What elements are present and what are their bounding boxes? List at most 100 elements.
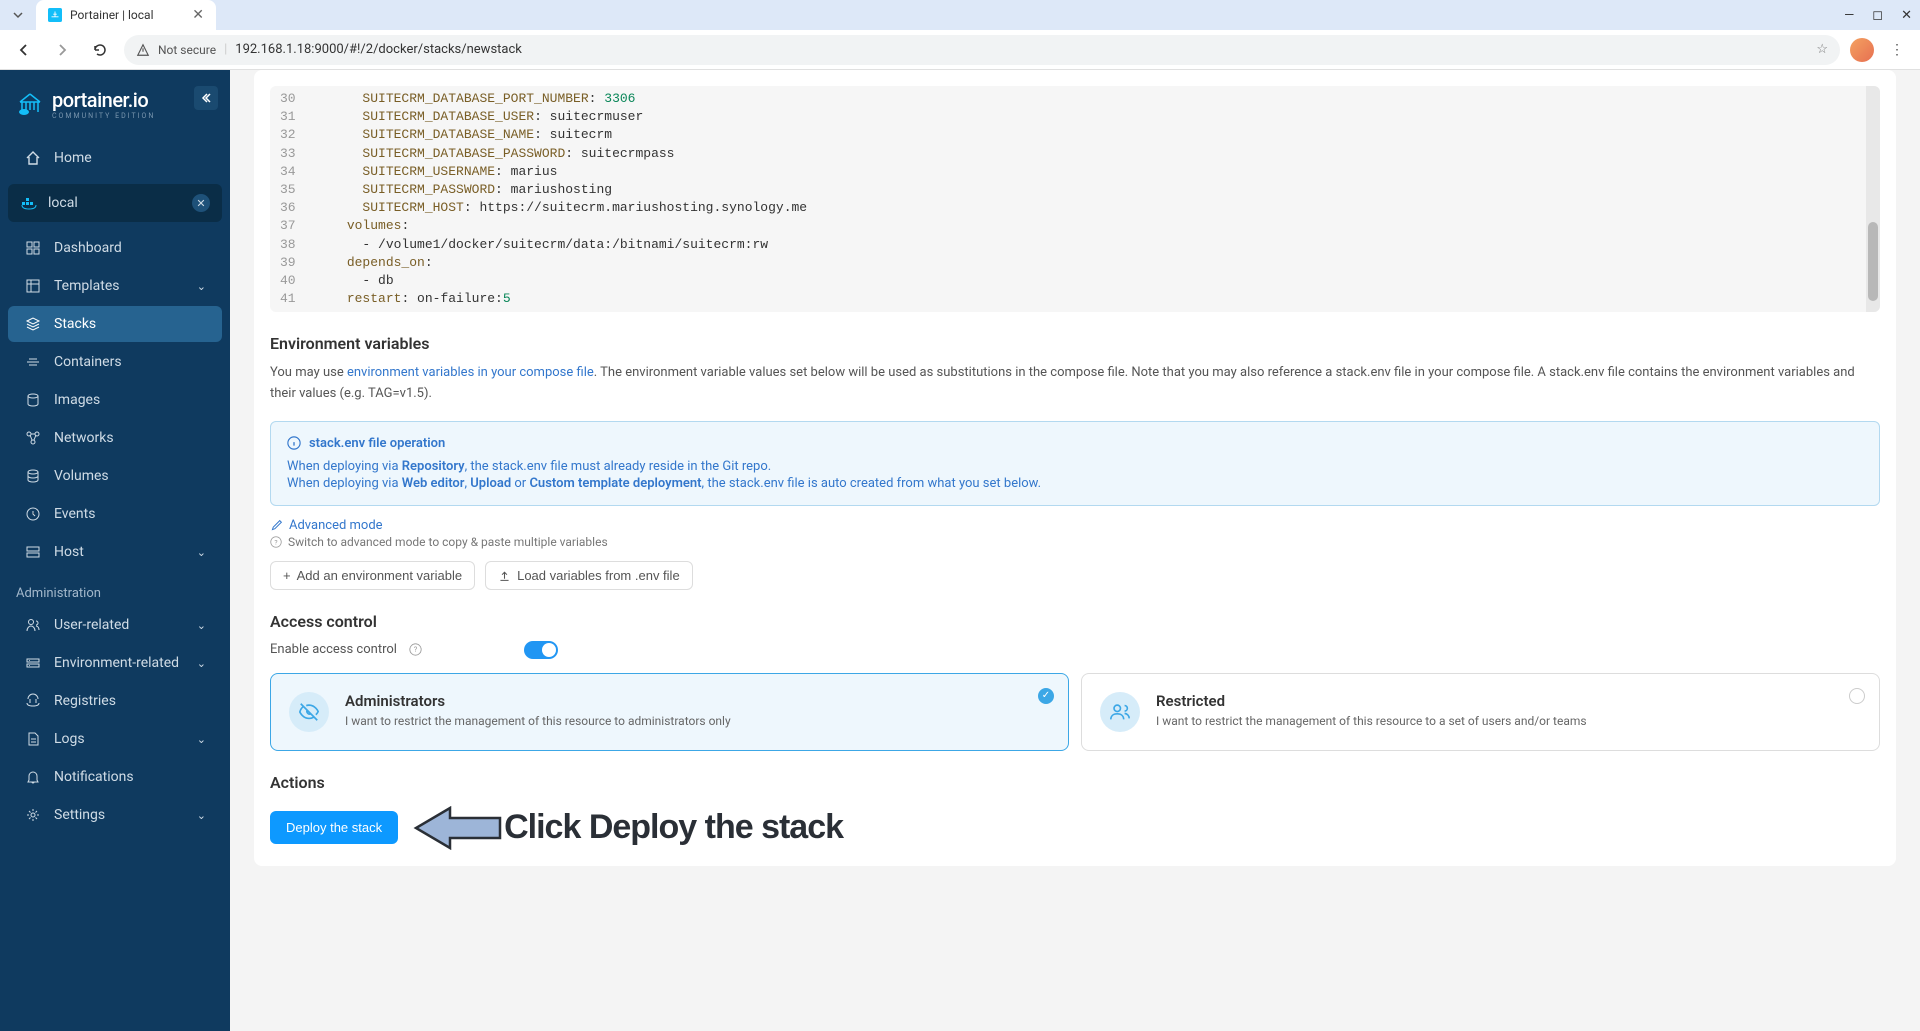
env-vars-doc-link[interactable]: environment variables in your compose fi…: [347, 365, 594, 380]
portainer-logo-icon: [16, 90, 44, 118]
portainer-favicon: [48, 8, 62, 22]
editor-gutter: 303132333435363738394041: [270, 86, 306, 312]
deploy-stack-button[interactable]: Deploy the stack: [270, 811, 398, 844]
help-icon: ?: [270, 536, 282, 548]
stack-env-info-box: stack.env file operation When deploying …: [270, 421, 1880, 506]
nav-icon: [24, 617, 42, 633]
sidebar-item-dashboard[interactable]: Dashboard: [8, 230, 222, 266]
svg-text:?: ?: [274, 538, 277, 546]
nav-icon: [24, 316, 42, 332]
plus-icon: +: [283, 568, 291, 583]
editor-content[interactable]: SUITECRM_DATABASE_PORT_NUMBER: 3306 SUIT…: [306, 86, 1866, 312]
nav-icon: [24, 240, 42, 256]
chevron-down-icon: ⌄: [197, 733, 206, 746]
browser-menu-icon[interactable]: ⋮: [1884, 42, 1910, 58]
sidebar-section-admin: Administration: [0, 572, 230, 605]
back-button[interactable]: [10, 36, 38, 64]
browser-tab[interactable]: Portainer | local ✕: [36, 0, 216, 30]
radio-unchecked-icon: [1849, 688, 1865, 704]
docker-icon: [20, 194, 38, 212]
nav-icon: [24, 506, 42, 522]
nav-icon: [24, 655, 42, 671]
url-bar[interactable]: Not secure | 192.168.1.18:9000/#!/2/dock…: [124, 35, 1840, 65]
sidebar-item-label: Logs: [54, 731, 85, 747]
sidebar-item-label: Stacks: [54, 316, 96, 332]
nav-icon: [24, 807, 42, 823]
brand-name: portainer.io: [52, 88, 155, 112]
arrow-left-icon: [412, 806, 502, 850]
tab-list-dropdown[interactable]: [8, 5, 28, 25]
sidebar-item-registries[interactable]: Registries: [8, 683, 222, 719]
sidebar-item-label: Templates: [54, 278, 120, 294]
sidebar-item-stacks[interactable]: Stacks: [8, 306, 222, 342]
profile-avatar[interactable]: [1850, 38, 1874, 62]
radio-checked-icon: ✓: [1038, 688, 1054, 704]
sidebar-collapse-button[interactable]: [194, 86, 218, 110]
sidebar-item-label: Host: [54, 544, 84, 560]
sidebar-item-images[interactable]: Images: [8, 382, 222, 418]
sidebar-environment[interactable]: local ✕: [8, 184, 222, 222]
sidebar-item-label: Events: [54, 506, 95, 522]
sidebar-item-containers[interactable]: Containers: [8, 344, 222, 380]
close-tab-icon[interactable]: ✕: [192, 7, 204, 23]
sidebar-item-label: User-related: [54, 617, 129, 633]
nav-icon: [24, 693, 42, 709]
users-icon: [1100, 692, 1140, 732]
env-close-icon[interactable]: ✕: [192, 194, 210, 212]
sidebar-item-logs[interactable]: Logs ⌄: [8, 721, 222, 757]
env-vars-title: Environment variables: [270, 334, 1880, 353]
minimize-button[interactable]: —: [1844, 8, 1854, 23]
access-admin-title: Administrators: [345, 692, 731, 710]
sidebar-item-label: Home: [54, 150, 92, 166]
add-env-var-button[interactable]: + Add an environment variable: [270, 561, 475, 590]
access-control-title: Access control: [270, 612, 1880, 631]
sidebar-item-label: Dashboard: [54, 240, 122, 256]
svg-text:?: ?: [414, 645, 418, 654]
help-icon[interactable]: ?: [409, 643, 422, 656]
brand-edition: COMMUNITY EDITION: [52, 112, 155, 120]
chevron-down-icon: ⌄: [197, 619, 206, 632]
sidebar-item-volumes[interactable]: Volumes: [8, 458, 222, 494]
chevron-down-icon: ⌄: [197, 546, 206, 559]
load-env-file-button[interactable]: Load variables from .env file: [485, 561, 693, 590]
not-secure-icon: [136, 43, 150, 57]
sidebar-item-user-related[interactable]: User-related ⌄: [8, 607, 222, 643]
chevron-down-icon: ⌄: [197, 280, 206, 293]
nav-icon: [24, 769, 42, 785]
window-controls: — ◻ ✕: [1844, 8, 1912, 23]
sidebar-item-notifications[interactable]: Notifications: [8, 759, 222, 795]
bookmark-icon[interactable]: ☆: [1816, 42, 1828, 57]
upload-icon: [498, 569, 511, 582]
editor-scrollbar[interactable]: [1866, 86, 1880, 312]
sidebar-item-home[interactable]: Home: [8, 140, 222, 176]
sidebar-item-label: Notifications: [54, 769, 134, 785]
compose-editor[interactable]: 303132333435363738394041 SUITECRM_DATABA…: [270, 86, 1880, 312]
env-name: local: [48, 195, 78, 211]
sidebar-item-templates[interactable]: Templates ⌄: [8, 268, 222, 304]
edit-icon: [270, 519, 283, 532]
sidebar-item-label: Containers: [54, 354, 122, 370]
nav-icon: [24, 392, 42, 408]
access-option-restricted[interactable]: Restricted I want to restrict the manage…: [1081, 673, 1880, 751]
main-content: 303132333435363738394041 SUITECRM_DATABA…: [230, 70, 1920, 1031]
access-option-administrators[interactable]: Administrators I want to restrict the ma…: [270, 673, 1069, 751]
forward-button[interactable]: [48, 36, 76, 64]
access-restricted-title: Restricted: [1156, 692, 1587, 710]
maximize-button[interactable]: ◻: [1872, 8, 1883, 23]
sidebar-item-events[interactable]: Events: [8, 496, 222, 532]
sidebar-item-host[interactable]: Host ⌄: [8, 534, 222, 570]
close-window-button[interactable]: ✕: [1901, 8, 1912, 23]
sidebar-item-environment-related[interactable]: Environment-related⌄: [8, 645, 222, 681]
scrollbar-thumb[interactable]: [1868, 222, 1878, 301]
stack-form-card: 303132333435363738394041 SUITECRM_DATABA…: [254, 70, 1896, 866]
nav-icon: [24, 430, 42, 446]
sidebar-item-label: Volumes: [54, 468, 109, 484]
sidebar-item-settings[interactable]: Settings⌄: [8, 797, 222, 833]
tab-title: Portainer | local: [70, 8, 154, 22]
sidebar-item-networks[interactable]: Networks: [8, 420, 222, 456]
sidebar-item-label: Settings: [54, 807, 105, 823]
reload-button[interactable]: [86, 36, 114, 64]
access-control-toggle[interactable]: [524, 641, 558, 659]
env-vars-description: You may use environment variables in you…: [270, 363, 1880, 405]
advanced-mode-link[interactable]: Advanced mode: [270, 518, 1880, 533]
